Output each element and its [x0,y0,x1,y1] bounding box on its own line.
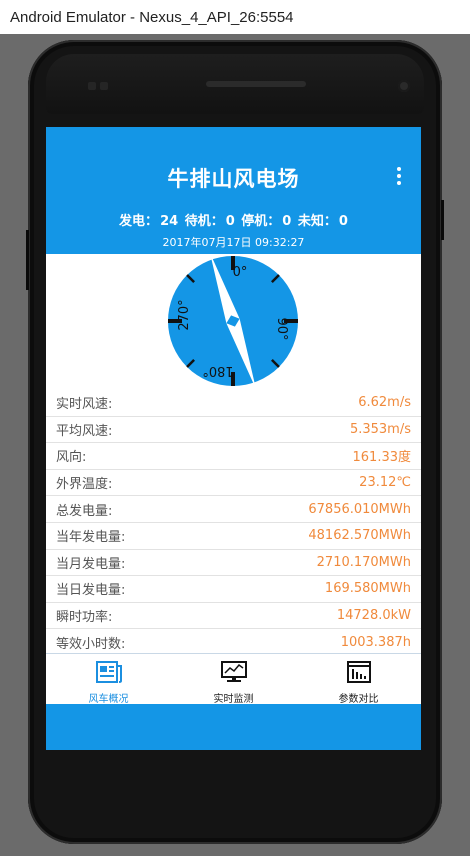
update-timestamp: 2017年07月17日 09:32:27 [162,236,305,249]
metric-row: 风向: 161.33度 [46,443,421,470]
phone-top-bezel [46,54,424,114]
generating-label: 发电： [119,214,159,229]
compass-label-west: 270° [177,299,192,330]
metric-label: 瞬时功率: [56,610,113,626]
app-header: 牛排山风电场 发电： 24 待机： 0 停机： 0 未知： 0 2017年07月17日 … [46,127,421,254]
sensor-dots [88,82,108,90]
metric-row: 总发电量: 67856.010MWh [46,496,421,523]
turbine-status-summary: 发电： 24 待机： 0 停机： 0 未知： 0 [46,210,421,229]
tab-label: 参数对比 [338,694,379,705]
tab-label: 风车概况 [88,694,129,705]
metric-value: 161.33度 [352,450,412,466]
overflow-menu-icon[interactable] [389,163,409,189]
wind-compass: 0° 270° 90° 180° [166,252,300,390]
volume-button[interactable] [26,230,29,290]
compass-label-south: 180° [202,363,233,378]
metric-value: 1003.387h [340,634,411,650]
tab-overview[interactable]: 风车概况 [46,654,171,705]
metric-row: 等效小时数: 1003.387h [46,629,421,656]
metric-row: 外界温度: 23.12℃ [46,470,421,497]
metric-label: 平均风速: [56,423,113,439]
metric-row: 实时风速: 6.62m/s [46,390,421,417]
metric-label: 实时风速: [56,397,113,413]
metric-value: 2710.170MWh [316,554,411,570]
stopped-label: 停机： [241,214,281,229]
standby-label: 待机： [184,214,224,229]
metric-value: 14728.0kW [336,608,411,624]
window-titlebar: Android Emulator - Nexus_4_API_26:5554 [0,0,470,34]
stopped-count: 0 [282,214,292,229]
unknown-count: 0 [338,214,348,229]
window-title: Android Emulator - Nexus_4_API_26:5554 [10,8,294,26]
metric-value: 169.580MWh [324,581,411,597]
metric-row: 当日发电量: 169.580MWh [46,576,421,603]
metric-value: 5.353m/s [349,421,411,437]
metric-label: 当日发电量: [56,583,126,599]
tab-monitor[interactable]: 实时监测 [171,654,296,705]
metric-label: 风向: [56,450,87,466]
metric-label: 外界温度: [56,477,113,493]
metric-value: 6.62m/s [358,395,411,411]
metric-value: 67856.010MWh [308,501,411,517]
app-screen: 牛排山风电场 发电： 24 待机： 0 停机： 0 未知： 0 2017年07月17日 … [46,127,421,750]
bottom-tab-bar: 风车概况 实时监测 参数对比 [46,653,421,705]
metrics-list: 实时风速: 6.62m/s 平均风速: 5.353m/s 风向: 161.33度外界温度:… [46,390,421,656]
metric-row: 瞬时功率: 14728.0kW [46,603,421,630]
tab-label: 实时监测 [213,694,254,705]
tab-compare[interactable]: 参数对比 [296,654,421,705]
app-title: 牛排山风电场 [167,167,300,191]
monitor-chart-icon [220,660,248,690]
metric-label: 当月发电量: [56,556,126,572]
metric-value: 23.12℃ [359,475,411,491]
metric-row: 当年发电量: 48162.570MWh [46,523,421,550]
generating-count: 24 [160,214,179,229]
compass-label-north: 0° [233,265,248,280]
metric-value: 48162.570MWh [308,528,411,544]
metric-row: 当月发电量: 2710.170MWh [46,550,421,577]
metric-row: 平均风速: 5.353m/s [46,417,421,444]
power-button[interactable] [441,200,444,240]
earpiece-speaker [206,81,306,87]
bottom-blue-strip [46,704,421,750]
standby-count: 0 [225,214,235,229]
front-camera [398,80,410,92]
bar-chart-icon [345,660,373,690]
metric-label: 当年发电量: [56,530,126,546]
compass-label-east: 90° [274,317,289,340]
metric-label: 总发电量: [56,503,113,519]
unknown-label: 未知： [297,214,337,229]
metric-label: 等效小时数: [56,636,126,652]
compass-dial: 0° 270° 90° 180° [168,252,298,390]
document-icon [95,660,123,690]
